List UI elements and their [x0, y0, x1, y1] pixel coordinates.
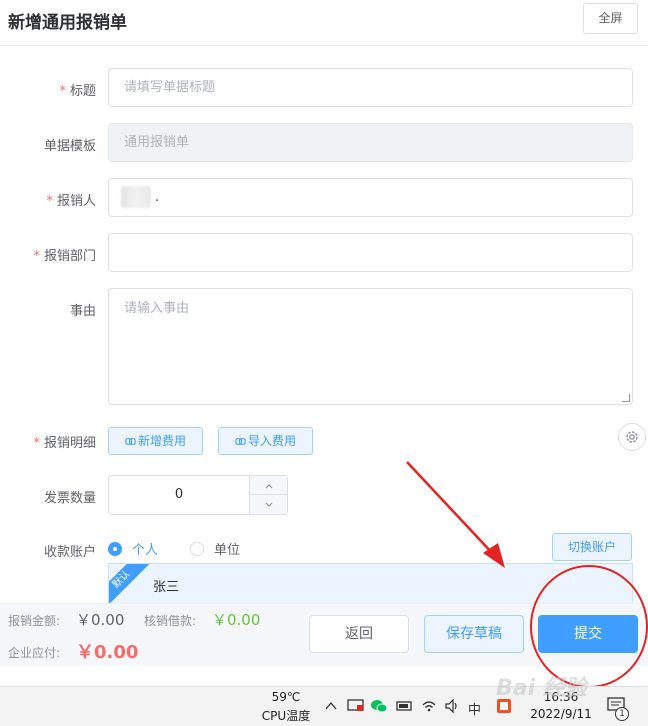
- page: 新增通用报销单 全屏 * 标题 请填写单据标题 单据模板 通用报销单 * 报销人 .…: [0, 0, 648, 726]
- battery-icon[interactable]: [396, 700, 414, 712]
- notification-badge: 1: [615, 707, 629, 721]
- ime-indicator[interactable]: 中: [468, 699, 481, 718]
- watermark: Bai 经验: [496, 676, 587, 701]
- volume-icon[interactable]: [444, 698, 460, 714]
- clock-date[interactable]: 2022/9/11: [522, 707, 600, 721]
- wifi-icon[interactable]: [421, 698, 437, 714]
- wechat-icon[interactable]: [370, 698, 388, 714]
- chevron-up-icon[interactable]: [324, 699, 338, 713]
- cpu-temp-value: 59℃: [271, 690, 301, 704]
- monitor-icon[interactable]: [347, 698, 365, 714]
- cpu-temp-label: CPU温度: [261, 709, 311, 723]
